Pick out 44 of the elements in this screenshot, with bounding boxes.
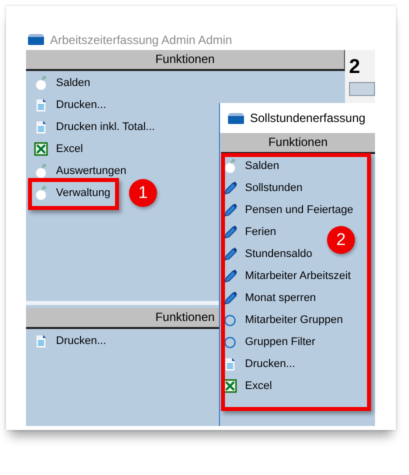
pencil-icon xyxy=(223,291,237,305)
spreadsheet-icon xyxy=(223,379,237,393)
menu-item[interactable]: Verwaltung xyxy=(56,187,110,199)
pencil-icon xyxy=(223,225,237,239)
pencil-icon xyxy=(223,181,237,195)
menu-item[interactable]: Excel xyxy=(245,380,272,392)
menu-item[interactable]: Drucken inkl. Total... xyxy=(56,121,155,133)
number-label: 2 xyxy=(349,56,362,78)
document-icon xyxy=(34,334,48,348)
document-icon xyxy=(34,120,48,134)
menu-item[interactable]: Monat sperren xyxy=(245,292,316,304)
ball-icon xyxy=(34,164,48,178)
menu-item[interactable]: Drucken... xyxy=(56,335,106,347)
ring-icon xyxy=(223,335,237,349)
pencil-icon xyxy=(223,203,237,217)
menu-item[interactable]: Mitarbeiter Gruppen xyxy=(245,314,343,326)
menu-item[interactable]: Excel xyxy=(56,143,83,155)
menu-item[interactable]: Mitarbeiter Arbeitszeit xyxy=(245,270,351,282)
folder-icon xyxy=(228,112,244,124)
ring-icon xyxy=(223,313,237,327)
folder-icon xyxy=(28,34,44,45)
window-title: Arbeitszeiterfassung Admin Admin xyxy=(50,32,232,46)
menu-item[interactable]: Drucken... xyxy=(245,358,296,370)
small-button[interactable] xyxy=(349,82,375,96)
panel-header: Funktionen xyxy=(26,50,345,71)
panel-header: Funktionen xyxy=(221,133,375,154)
menu-item[interactable]: Stundensaldo xyxy=(245,248,312,260)
menu-item[interactable]: Pensen und Feiertage xyxy=(245,204,354,216)
menu-item[interactable]: Auswertungen xyxy=(56,165,126,177)
ball-icon xyxy=(223,159,237,173)
menu-item[interactable]: Drucken... xyxy=(56,99,106,111)
spreadsheet-icon xyxy=(34,142,48,156)
document-icon xyxy=(223,357,237,371)
menu-item[interactable]: Ferien xyxy=(245,226,276,238)
ball-icon xyxy=(34,186,48,200)
document-icon xyxy=(34,98,48,112)
menu-item[interactable]: Sollstunden xyxy=(245,182,302,194)
dialog-title: Sollstundenerfassung xyxy=(250,111,366,125)
pencil-icon xyxy=(223,247,237,261)
menu-item[interactable]: Salden xyxy=(245,160,280,172)
menu-item[interactable]: Gruppen Filter xyxy=(245,336,316,348)
menu-item[interactable]: Salden xyxy=(56,77,90,89)
pencil-icon xyxy=(223,269,237,283)
ball-icon xyxy=(34,76,48,90)
